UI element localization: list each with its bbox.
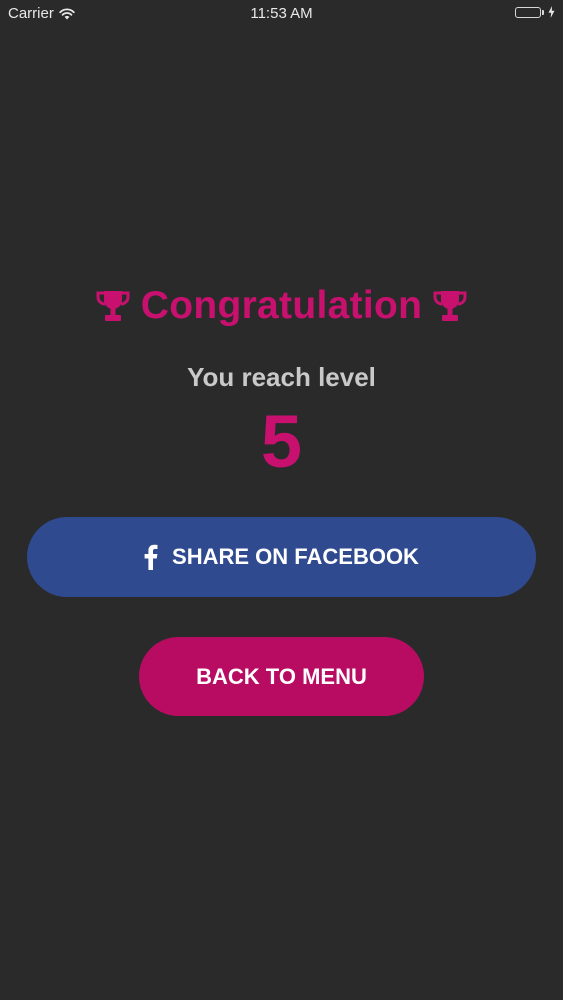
battery-icon [515, 6, 544, 18]
share-facebook-button[interactable]: SHARE ON FACEBOOK [27, 517, 536, 597]
congratulation-heading: Congratulation [0, 284, 563, 328]
status-time: 11:53 AM [250, 5, 313, 22]
level-number: 5 [260, 400, 303, 483]
page-title: Congratulation [140, 284, 423, 327]
share-facebook-label: SHARE ON FACEBOOK [172, 544, 419, 569]
back-to-menu-button[interactable]: BACK TO MENU [139, 637, 424, 716]
trophy-icon [432, 288, 468, 324]
status-right [515, 6, 555, 18]
status-bar: Carrier 11:53 AM [0, 0, 563, 28]
level-complete-screen: Carrier 11:53 AM Congratulation You reac… [0, 0, 563, 1000]
trophy-icon [95, 288, 131, 324]
level-subtitle: You reach level [187, 362, 376, 392]
facebook-icon [144, 544, 158, 570]
charging-icon [548, 6, 555, 18]
